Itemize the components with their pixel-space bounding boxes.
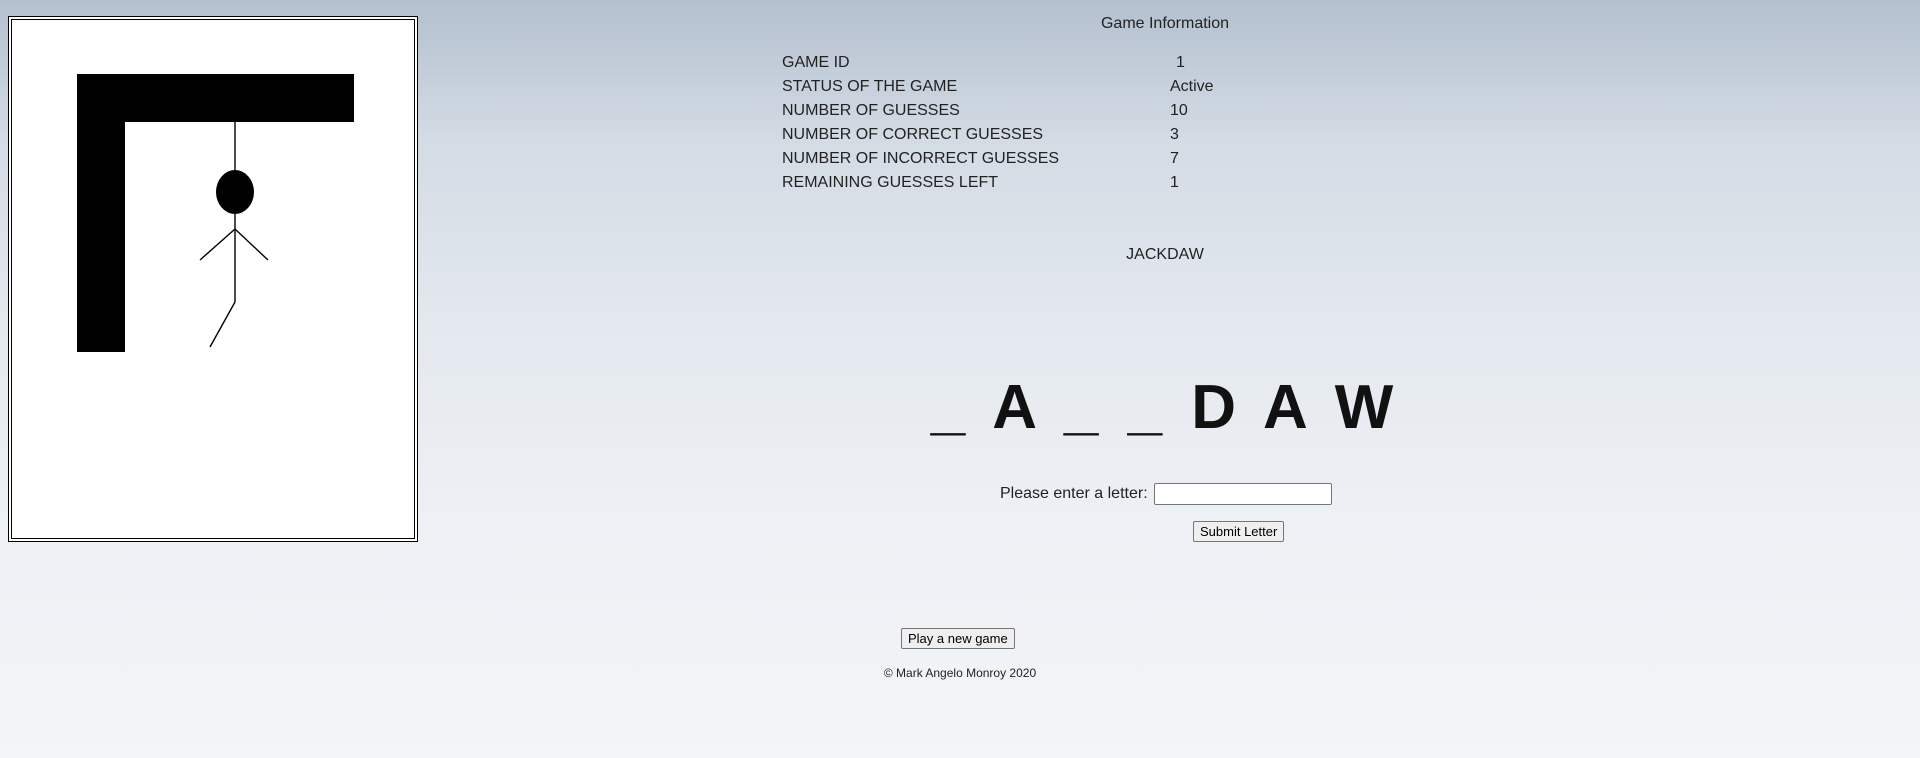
hangman-figure	[77, 74, 354, 352]
hangman-left-leg	[209, 301, 236, 348]
info-value: 10	[1170, 102, 1188, 119]
game-information-title: Game Information	[1100, 15, 1230, 32]
guess-form: Please enter a letter:	[1000, 482, 1332, 506]
masked-word: _ A _ _ D A W	[930, 373, 1400, 442]
info-label: REMAINING GUESSES LEFT	[782, 174, 999, 191]
info-label: NUMBER OF INCORRECT GUESSES	[782, 150, 1060, 167]
info-value: Active	[1170, 78, 1214, 95]
info-row-incorrect-guesses: NUMBER OF INCORRECT GUESSES 7	[782, 147, 1256, 171]
revealed-word: JACKDAW	[1126, 246, 1204, 263]
hangman-drawing	[8, 16, 418, 542]
play-new-game-button[interactable]: Play a new game	[901, 628, 1015, 649]
info-row-status: STATUS OF THE GAME Active	[782, 75, 1256, 99]
gallows-post	[77, 74, 125, 352]
hangman-head	[216, 170, 254, 214]
info-value: 3	[1170, 126, 1179, 143]
letter-input[interactable]	[1153, 483, 1332, 505]
info-value: 1	[1176, 54, 1185, 71]
hangman-left-arm	[199, 228, 236, 261]
info-value: 7	[1170, 150, 1179, 167]
info-row-correct-guesses: NUMBER OF CORRECT GUESSES 3	[782, 123, 1256, 147]
info-row-game-id: GAME ID 1	[782, 51, 1256, 75]
info-label: NUMBER OF CORRECT GUESSES	[782, 126, 1044, 143]
submit-letter-button[interactable]: Submit Letter	[1193, 521, 1285, 542]
info-row-remaining-guesses: REMAINING GUESSES LEFT 1	[782, 171, 1256, 195]
info-row-number-of-guesses: NUMBER OF GUESSES 10	[782, 99, 1256, 123]
info-label: GAME ID	[782, 54, 850, 71]
hangman-right-arm	[234, 228, 269, 261]
game-info-table: GAME ID 1 STATUS OF THE GAME Active NUMB…	[782, 51, 1256, 195]
info-label: STATUS OF THE GAME	[782, 78, 958, 95]
copyright-footer: © Mark Angelo Monroy 2020	[883, 666, 1037, 680]
info-label: NUMBER OF GUESSES	[782, 102, 960, 119]
info-value: 1	[1170, 174, 1179, 191]
letter-prompt-label: Please enter a letter:	[1000, 485, 1148, 502]
